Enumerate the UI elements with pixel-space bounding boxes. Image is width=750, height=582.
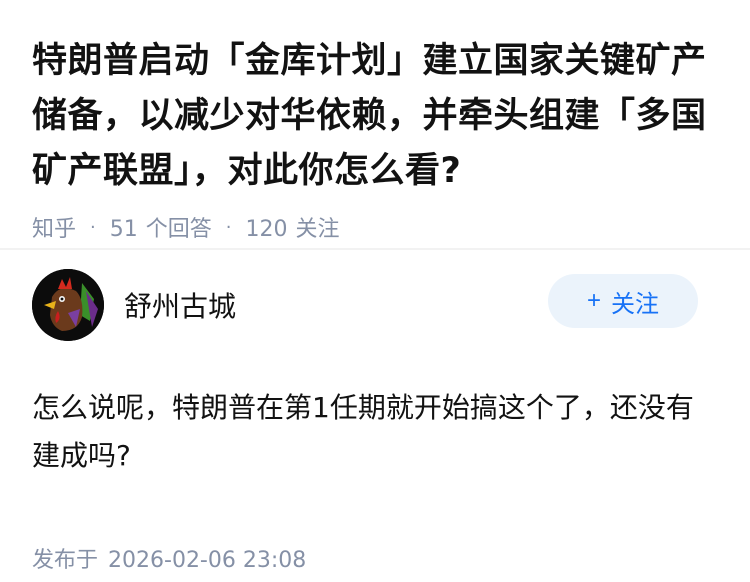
- question-header: 特朗普启动「金库计划」建立国家关键矿产储备，以减少对华依赖，并牵头组建「多国矿产…: [0, 0, 750, 242]
- answer-card: 舒州古城 + 关注 怎么说呢，特朗普在第1任期就开始搞这个了，还没有建成吗? 发…: [0, 250, 750, 574]
- answer-content[interactable]: 怎么说呢，特朗普在第1任期就开始搞这个了，还没有建成吗?: [32, 384, 718, 480]
- source-label[interactable]: 知乎: [32, 211, 76, 243]
- follower-count-link[interactable]: 120 关注: [246, 211, 340, 243]
- answer-count-link[interactable]: 51 个回答: [110, 211, 212, 243]
- author-row: 舒州古城 + 关注: [32, 250, 718, 360]
- meta-separator: ·: [225, 216, 232, 238]
- answer-count: 51: [109, 217, 138, 242]
- follower-count: 120: [245, 217, 288, 242]
- author-name[interactable]: 舒州古城: [124, 285, 236, 325]
- meta-separator: ·: [90, 216, 96, 238]
- follow-button-label: 关注: [611, 290, 659, 318]
- publish-time: 2026-02-06 23:08: [108, 548, 307, 573]
- publish-label: 发布于: [32, 548, 99, 573]
- answer-count-label: 个回答: [145, 217, 212, 242]
- question-title[interactable]: 特朗普启动「金库计划」建立国家关键矿产储备，以减少对华依赖，并牵头组建「多国矿产…: [32, 34, 718, 199]
- follow-button[interactable]: + 关注: [548, 274, 698, 328]
- follower-count-label: 关注: [295, 217, 340, 242]
- rooster-avatar-icon: [32, 269, 104, 341]
- plus-icon: +: [586, 287, 601, 314]
- question-meta: 知乎 · 51 个回答 · 120 关注: [32, 211, 718, 243]
- avatar[interactable]: [32, 269, 104, 341]
- publish-info: 发布于 2026-02-06 23:08: [32, 542, 718, 574]
